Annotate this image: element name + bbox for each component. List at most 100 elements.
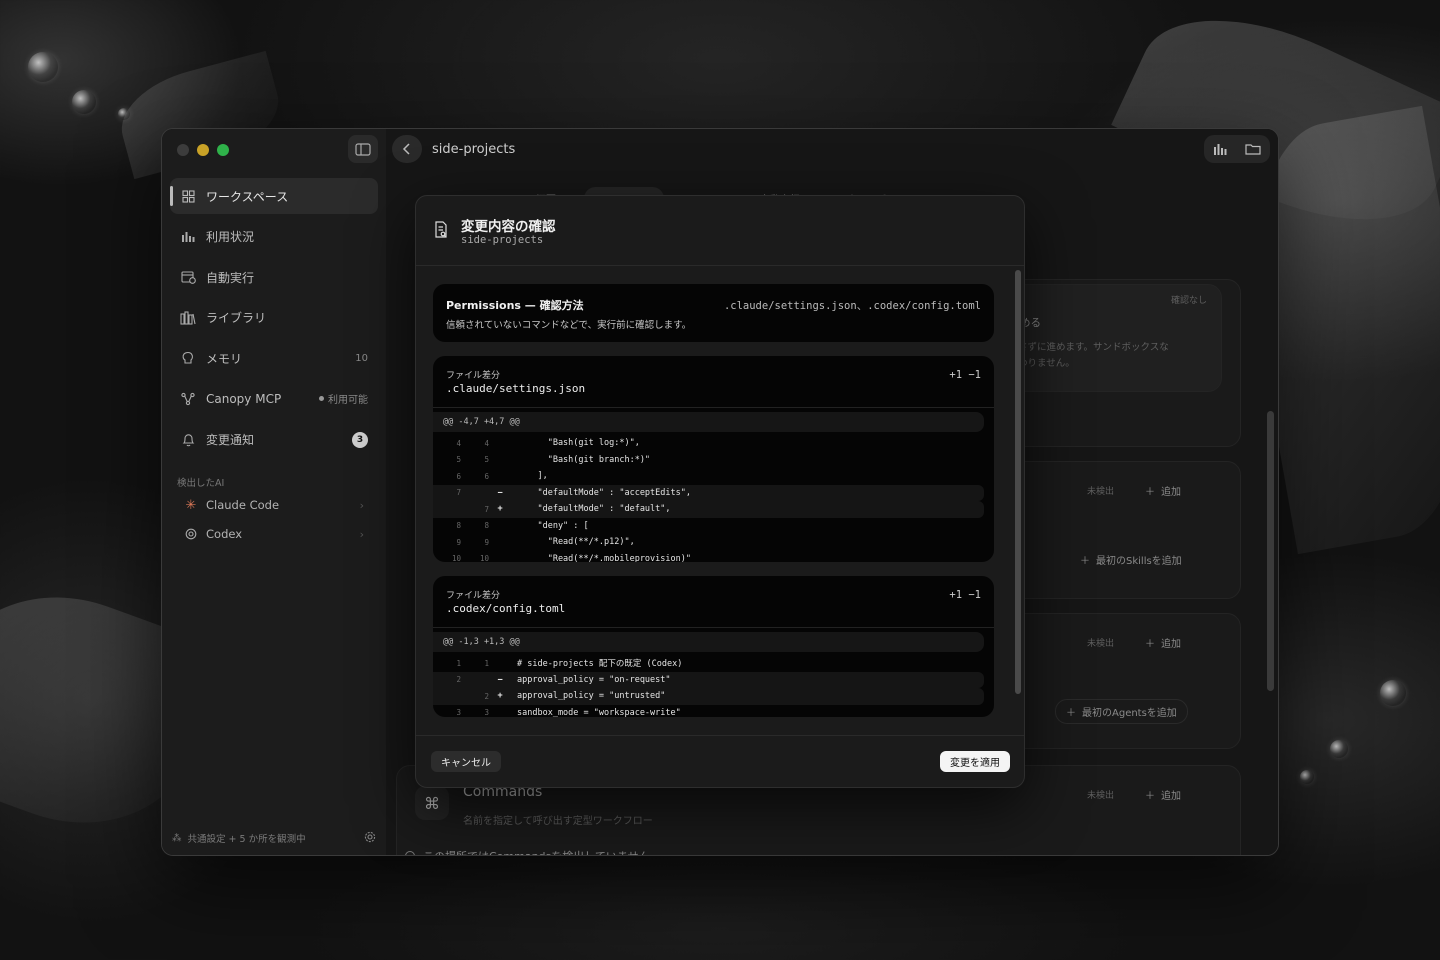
diff-line-code: "defaultMode" : "default", xyxy=(517,504,671,515)
ai-item-label: Claude Code xyxy=(206,498,280,512)
add-skill-button[interactable]: ＋ 追加 xyxy=(1145,483,1181,498)
permission-description: 信頼されていないコマンドなどで、実行前に確認します。 xyxy=(446,320,692,331)
network-icon xyxy=(180,391,196,407)
sidebar-item-usage[interactable]: 利用状況 xyxy=(170,219,378,255)
diff-line-sign: − xyxy=(497,487,503,498)
diff-line-code: "Read(**/*.mobileprovision)" xyxy=(517,553,691,562)
diff-line-old-number: 2 xyxy=(456,675,461,685)
ai-item-claude-code[interactable]: ✳ Claude Code › xyxy=(184,494,364,516)
sidebar-footer: ⁂ 共通設定 + 5 か所を観測中 xyxy=(172,829,376,847)
diff-line-ctx: 5 5 "Bash(git branch:*)" xyxy=(433,452,984,469)
document-search-icon xyxy=(434,221,448,243)
main-scrollbar[interactable] xyxy=(1267,411,1274,691)
diff-line-ctx: 9 9 "Read(**/*.p12)", xyxy=(433,534,984,551)
diff-line-old-number: 10 xyxy=(451,554,461,562)
dialog-header: 変更内容の確認 side-projects xyxy=(416,196,1024,266)
add-command-button[interactable]: ＋ 追加 xyxy=(1145,787,1181,802)
command-icon: ⌘ xyxy=(415,786,449,820)
traffic-lights xyxy=(177,144,229,156)
diff-line-new-number: 8 xyxy=(484,521,489,531)
diff-line-code: "Bash(git branch:*)" xyxy=(517,454,651,465)
memory-count: 10 xyxy=(355,352,368,364)
permission-option[interactable]: 確認なし で進める を出さずに進めます。サンドボックスな は変わりません。 xyxy=(996,284,1222,392)
diff-line-new-number: 1 xyxy=(484,658,489,668)
sidebar-item-memory[interactable]: メモリ 10 xyxy=(170,340,378,376)
toolbar-right xyxy=(1204,135,1270,163)
notification-badge: 3 xyxy=(352,431,368,448)
openai-icon xyxy=(184,527,198,541)
diff-hunk-header: @@ -1,3 +1,3 @@ xyxy=(433,632,984,652)
plus-icon: ＋ xyxy=(1145,487,1155,498)
chevron-right-icon: › xyxy=(359,527,364,541)
diff-label: ファイル差分 xyxy=(446,371,501,381)
add-label: 追加 xyxy=(1161,639,1181,650)
add-first-agent-label: 最初のAgentsを追加 xyxy=(1082,708,1177,719)
sidebar-item-canopy-mcp[interactable]: Canopy MCP 利用可能 xyxy=(170,381,378,417)
ai-item-codex[interactable]: Codex › xyxy=(184,523,364,545)
status-dot-icon xyxy=(319,396,324,402)
dialog-scrollbar[interactable] xyxy=(1015,270,1021,694)
diff-line-code: approval_policy = "untrusted" xyxy=(517,691,666,702)
diff-line-new-number: 4 xyxy=(484,438,489,448)
claude-sparkle-icon: ✳ xyxy=(185,497,197,513)
diff-line-old-number: 3 xyxy=(456,708,461,717)
sidebar-item-automation[interactable]: 自動実行 xyxy=(170,259,378,295)
diff-line-old-number: 6 xyxy=(456,471,461,481)
back-button[interactable] xyxy=(392,135,422,163)
diff-line-code: "Read(**/*.p12)", xyxy=(517,537,635,548)
calendar-clock-icon xyxy=(180,269,196,285)
notification-badge-wrap: 3 xyxy=(352,431,368,448)
observing-status: 共通設定 + 5 か所を観測中 xyxy=(187,834,306,845)
zoom-window-button[interactable] xyxy=(217,144,229,156)
cancel-button[interactable]: キャンセル xyxy=(431,751,501,772)
diff-line-old-number: 5 xyxy=(456,455,461,465)
add-first-agent-button[interactable]: ＋ 最初のAgentsを追加 xyxy=(1055,699,1188,724)
diff-line-ctx: 8 8 "deny" : [ xyxy=(433,518,984,535)
sidebar-nav: ワークスペース 利用状況 自動実行 ライブラリ メモリ 10 Canopy MC… xyxy=(170,178,378,462)
brain-icon xyxy=(180,350,196,366)
diff-line-add: 7 + "defaultMode" : "default", xyxy=(433,501,984,518)
sidebar-toggle-button[interactable] xyxy=(348,135,378,163)
folder-icon xyxy=(1245,143,1261,155)
chevron-left-icon xyxy=(402,143,410,155)
usage-chart-button[interactable] xyxy=(1213,140,1228,159)
background-bubble xyxy=(118,108,130,120)
diff-line-ctx: 6 6 ], xyxy=(433,468,984,485)
diff-lines: 4 4 "Bash(git log:*)", 5 5 "Bash(git branch… xyxy=(433,432,994,562)
file-diff: ファイル差分 .codex/config.toml +1 −1 @@ -1,3 … xyxy=(433,576,994,717)
diff-line-new-number: 9 xyxy=(484,537,489,547)
diff-line-new-number: 10 xyxy=(479,554,489,562)
diff-line-ctx: 1 1 # side-projects 配下の既定 (Codex) xyxy=(433,655,984,672)
diff-stats: +1 −1 xyxy=(949,589,981,601)
commands-empty-text: この場所ではCommandsを検出していません xyxy=(423,848,650,855)
minimize-window-button[interactable] xyxy=(197,144,209,156)
sidebar-item-workspace[interactable]: ワークスペース xyxy=(170,178,378,214)
sidebar-item-label: ライブラリ xyxy=(206,311,267,326)
permission-files: .claude/settings.json、.codex/config.toml xyxy=(723,300,981,312)
dialog-footer: キャンセル 変更を適用 xyxy=(416,735,1024,787)
add-first-skill-button[interactable]: ＋ 最初のSkillsを追加 xyxy=(1080,552,1182,567)
chevron-right-icon: › xyxy=(359,498,364,512)
diff-line-code: sandbox_mode = "workspace-write" xyxy=(517,707,681,717)
add-label: 追加 xyxy=(1161,487,1181,498)
sidebar-item-library[interactable]: ライブラリ xyxy=(170,300,378,336)
apply-changes-button[interactable]: 変更を適用 xyxy=(940,751,1010,772)
bar-chart-icon xyxy=(180,229,196,245)
page-title: side-projects xyxy=(432,142,516,157)
diff-label: ファイル差分 xyxy=(446,591,501,601)
diff-line-sign: + xyxy=(497,504,503,515)
close-window-button[interactable] xyxy=(177,144,189,156)
add-agent-button[interactable]: ＋ 追加 xyxy=(1145,635,1181,650)
diff-line-code: approval_policy = "on-request" xyxy=(517,674,671,685)
diff-header: ファイル差分 .claude/settings.json +1 −1 xyxy=(433,356,994,408)
diff-header: ファイル差分 .codex/config.toml +1 −1 xyxy=(433,576,994,628)
diff-line-new-number: 5 xyxy=(484,455,489,465)
dialog-subtitle: side-projects xyxy=(461,234,544,246)
diff-line-ctx: 3 3 sandbox_mode = "workspace-write" xyxy=(433,705,984,717)
diff-hunk-header: @@ -4,7 +4,7 @@ xyxy=(433,412,984,432)
file-diff: ファイル差分 .claude/settings.json +1 −1 @@ -4… xyxy=(433,356,994,562)
add-first-skill-label: 最初のSkillsを追加 xyxy=(1096,556,1182,567)
open-folder-button[interactable] xyxy=(1245,140,1261,159)
sidebar-item-notifications[interactable]: 変更通知 3 xyxy=(170,422,378,458)
gear-icon[interactable] xyxy=(364,831,376,846)
